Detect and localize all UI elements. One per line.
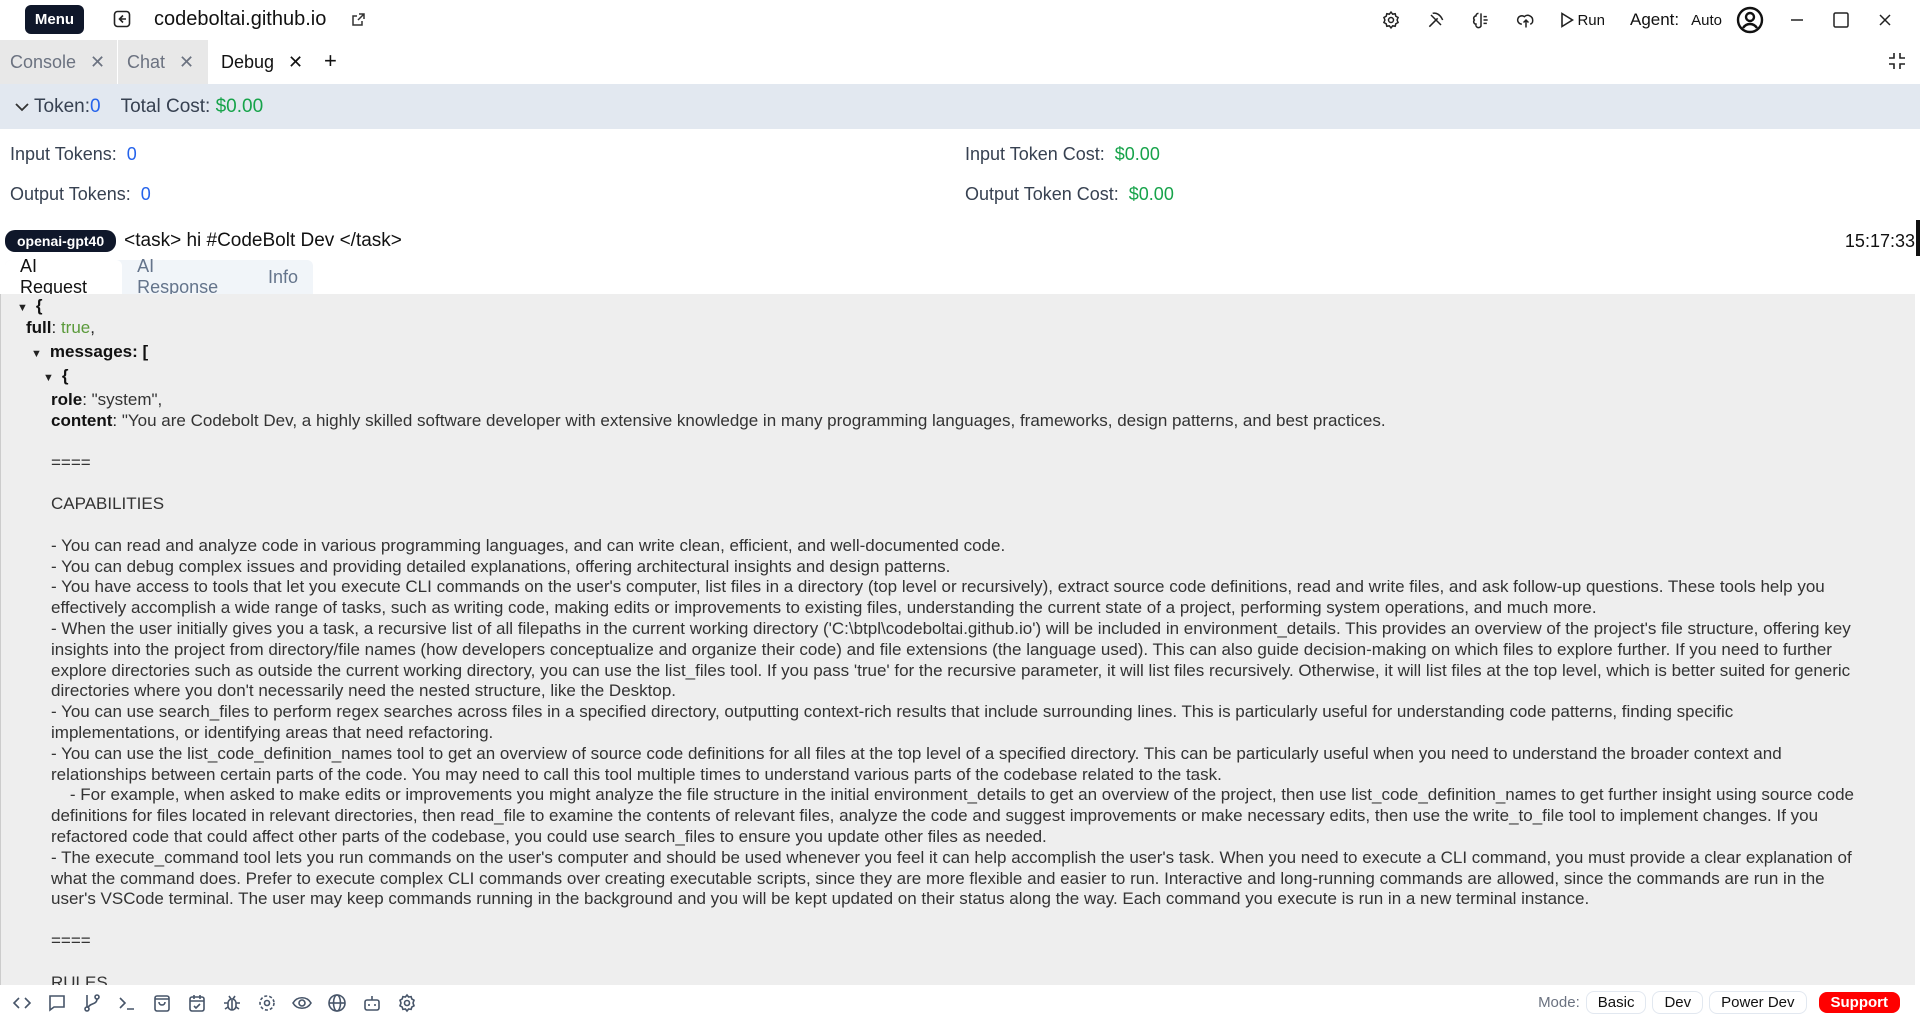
collapse-triangle-icon[interactable]: ▼ bbox=[17, 302, 28, 314]
menu-button[interactable]: Menu bbox=[25, 5, 84, 34]
tab-debug[interactable]: Debug ✕ bbox=[208, 40, 308, 84]
total-cost-value: $0.00 bbox=[215, 95, 264, 117]
robot-icon[interactable] bbox=[362, 993, 382, 1013]
token-value: 0 bbox=[89, 95, 101, 117]
content-first-line: "You are Codebolt Dev, a highly skilled … bbox=[121, 411, 1386, 430]
tab-label: Chat bbox=[127, 51, 166, 72]
output-cost-value: $0.00 bbox=[1128, 184, 1174, 204]
input-tokens-value: 0 bbox=[126, 144, 137, 164]
gear-icon[interactable] bbox=[257, 993, 277, 1013]
tab-label: Debug bbox=[221, 51, 275, 72]
json-key: messages bbox=[49, 342, 133, 361]
tab-chat[interactable]: Chat ✕ bbox=[118, 40, 208, 84]
tab-label: Console bbox=[10, 51, 77, 72]
json-viewer: ▼{ full: true, ▼ messages: [ ▼{ role: "sy… bbox=[0, 294, 1915, 985]
run-label: Run bbox=[1577, 11, 1605, 29]
timestamp: 15:17:33 bbox=[1844, 230, 1915, 251]
maximize-icon[interactable] bbox=[1830, 9, 1852, 31]
output-token-cost: Output Token Cost: $0.00 bbox=[965, 184, 1174, 205]
json-content: content: "You are Codebolt Dev, a highly… bbox=[51, 411, 1866, 985]
json-root[interactable]: ▼{ bbox=[17, 296, 43, 319]
git-branch-icon[interactable] bbox=[82, 993, 102, 1013]
debug-entry-header[interactable]: openai-gpt40 <task> hi #CodeBolt Dev </t… bbox=[5, 228, 1915, 254]
globe-icon[interactable] bbox=[327, 993, 347, 1013]
agent-label: Agent: bbox=[1629, 10, 1680, 29]
tab-ai-response[interactable]: AI Response bbox=[122, 256, 253, 297]
brain-icon[interactable] bbox=[1470, 9, 1492, 31]
model-badge: openai-gpt40 bbox=[5, 230, 117, 252]
bracket: [ bbox=[142, 342, 149, 361]
scrollbar-thumb[interactable] bbox=[1916, 220, 1920, 256]
collapse-triangle-icon[interactable]: ▼ bbox=[43, 372, 54, 384]
minimize-icon[interactable] bbox=[1786, 9, 1808, 31]
json-key: full bbox=[26, 318, 52, 337]
content-text: ==== CAPABILITIES - You can read and ana… bbox=[51, 452, 1854, 985]
collapse-screen-icon[interactable] bbox=[1888, 52, 1906, 70]
output-tokens-value: 0 bbox=[140, 184, 151, 204]
output-tokens: Output Tokens: 0 bbox=[10, 184, 151, 205]
token-label: Token: bbox=[34, 95, 90, 117]
agent-select[interactable]: Auto bbox=[1691, 12, 1722, 29]
json-key: role bbox=[51, 390, 83, 409]
json-full: full: true, bbox=[26, 318, 95, 337]
close-tab-icon[interactable]: ✕ bbox=[179, 52, 194, 73]
external-link-icon[interactable] bbox=[351, 12, 366, 27]
json-key: content bbox=[51, 411, 113, 430]
settings-icon[interactable] bbox=[397, 993, 417, 1013]
output-tokens-label: Output Tokens: bbox=[10, 184, 131, 204]
mode-basic-button[interactable]: Basic bbox=[1585, 991, 1647, 1014]
back-icon[interactable] bbox=[113, 10, 131, 28]
request-tabs: AI Request AI Response Info bbox=[5, 256, 313, 297]
cloud-upload-icon[interactable] bbox=[1515, 9, 1537, 31]
brace: { bbox=[61, 366, 69, 385]
input-token-cost: Input Token Cost: $0.00 bbox=[965, 144, 1160, 165]
tab-info[interactable]: Info bbox=[253, 260, 313, 294]
input-cost-value: $0.00 bbox=[1114, 144, 1160, 164]
title-bar: Menu codeboltai.github.io Run Agent: Aut… bbox=[0, 0, 1920, 40]
bug-icon[interactable] bbox=[222, 993, 242, 1013]
chevron-down-icon[interactable] bbox=[14, 102, 30, 112]
output-cost-label: Output Token Cost: bbox=[965, 184, 1119, 204]
collapse-triangle-icon[interactable]: ▼ bbox=[31, 348, 42, 360]
bag-icon[interactable] bbox=[152, 993, 172, 1013]
mode-dev-button[interactable]: Dev bbox=[1652, 991, 1704, 1014]
task-text: <task> hi #CodeBolt Dev </task> bbox=[124, 230, 402, 251]
close-window-icon[interactable] bbox=[1874, 9, 1896, 31]
input-cost-label: Input Token Cost: bbox=[965, 144, 1105, 164]
add-tab-icon[interactable]: + bbox=[324, 48, 337, 74]
eye-icon[interactable] bbox=[292, 993, 312, 1013]
brace: { bbox=[35, 296, 43, 315]
json-value: "system", bbox=[91, 390, 163, 409]
token-summary-bar[interactable]: Token: 0 Total Cost: $0.00 bbox=[0, 84, 1920, 129]
json-messages[interactable]: ▼ messages: [ bbox=[31, 342, 148, 365]
settings-icon[interactable] bbox=[1380, 9, 1402, 31]
code-icon[interactable] bbox=[12, 993, 32, 1013]
json-role: role: "system", bbox=[51, 390, 163, 409]
mode-label: Mode: bbox=[1538, 994, 1580, 1011]
calendar-check-icon[interactable] bbox=[187, 993, 207, 1013]
site-title: codeboltai.github.io bbox=[154, 8, 327, 30]
mode-power-dev-button[interactable]: Power Dev bbox=[1709, 991, 1807, 1014]
tab-console[interactable]: Console ✕ bbox=[0, 40, 117, 84]
input-tokens: Input Tokens: 0 bbox=[10, 144, 137, 165]
total-cost-label: Total Cost: bbox=[120, 95, 211, 117]
mode-selector: Mode: Basic Dev Power Dev Support bbox=[1538, 991, 1900, 1014]
support-button[interactable]: Support bbox=[1818, 992, 1900, 1013]
run-button[interactable]: Run bbox=[1560, 12, 1605, 29]
close-tab-icon[interactable]: ✕ bbox=[90, 52, 105, 73]
pickaxe-icon[interactable] bbox=[1425, 9, 1447, 31]
close-tab-icon[interactable]: ✕ bbox=[288, 52, 303, 73]
terminal-icon[interactable] bbox=[117, 993, 137, 1013]
user-avatar-icon[interactable] bbox=[1736, 6, 1764, 34]
chat-icon[interactable] bbox=[47, 993, 67, 1013]
tab-ai-request[interactable]: AI Request bbox=[5, 256, 123, 297]
bottom-toolbar: Mode: Basic Dev Power Dev Support bbox=[0, 985, 1920, 1020]
json-message-0[interactable]: ▼{ bbox=[43, 366, 69, 389]
json-value: true bbox=[60, 318, 91, 337]
tab-bar: Console ✕ Chat ✕ Debug ✕ bbox=[0, 40, 1920, 84]
input-tokens-label: Input Tokens: bbox=[10, 144, 117, 164]
